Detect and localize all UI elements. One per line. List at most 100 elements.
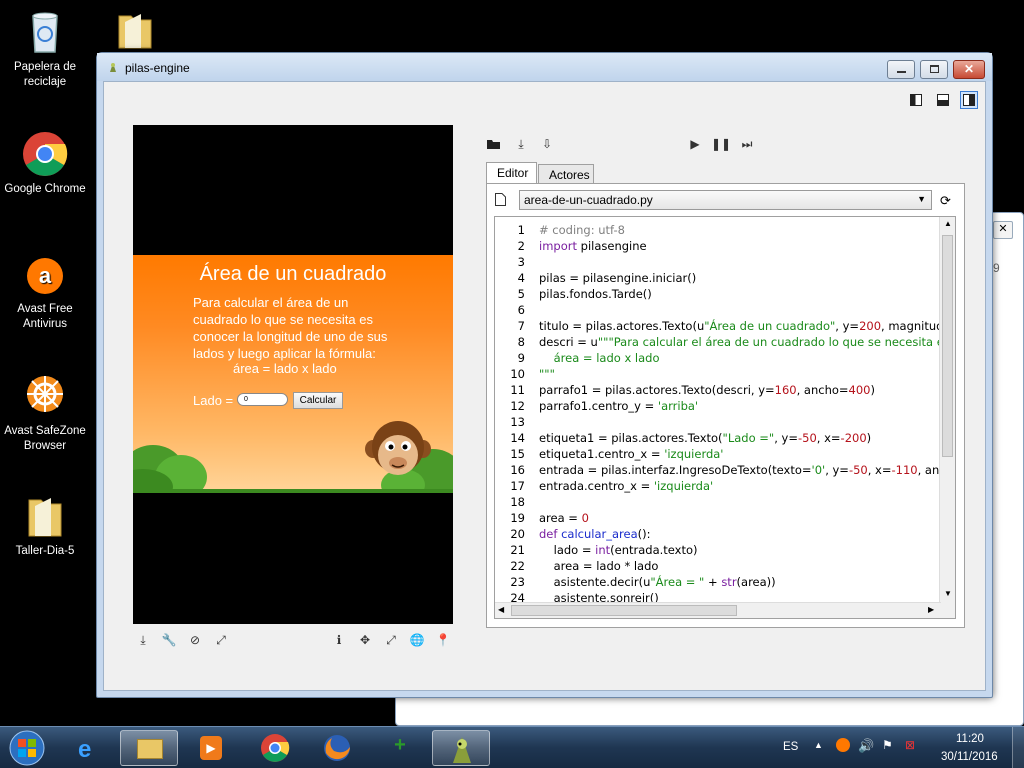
- app-icon: [107, 61, 119, 73]
- export-icon[interactable]: ⇩: [540, 137, 554, 151]
- line-number: 6: [517, 303, 525, 317]
- media-player-icon: ▶: [200, 736, 222, 760]
- horizontal-scrollbar[interactable]: ◀ ▶: [495, 602, 941, 618]
- taskbar-pilas-installer[interactable]: +: [372, 730, 430, 766]
- line-number: 2: [517, 239, 525, 253]
- line-number: 22: [510, 559, 525, 573]
- installer-icon: +: [394, 734, 406, 756]
- bg-window-close-button[interactable]: ✕: [993, 221, 1013, 239]
- taskbar-chrome[interactable]: [246, 730, 304, 766]
- code-line: área = lado x lado: [539, 351, 660, 365]
- taskbar-firefox[interactable]: [308, 730, 366, 766]
- taskbar: e ▶ + ES ▲ 🔊 ⚑ ⊠ 11:20 30/11/2016: [0, 726, 1024, 768]
- info-icon[interactable]: ℹ: [332, 633, 346, 647]
- scroll-thumb[interactable]: [942, 235, 953, 457]
- main-area: Área de un cuadrado Para calcular el áre…: [103, 81, 986, 691]
- title-bar[interactable]: pilas-engine ✕: [97, 53, 992, 81]
- tray-expand-icon[interactable]: ▲: [814, 740, 823, 750]
- file-select[interactable]: area-de-un-cuadrado.py ▼: [519, 190, 932, 210]
- scroll-down-icon[interactable]: ▼: [944, 589, 952, 598]
- taskbar-ie[interactable]: e: [62, 730, 120, 766]
- save-file-icon[interactable]: ⤓: [514, 137, 528, 151]
- resize-icon[interactable]: ⤢: [384, 633, 398, 647]
- scroll-left-icon[interactable]: ◀: [498, 605, 504, 614]
- layout-left-icon[interactable]: [909, 93, 923, 107]
- scroll-up-icon[interactable]: ▲: [944, 219, 952, 228]
- svg-text:a: a: [39, 263, 52, 288]
- monkey-actor[interactable]: [365, 419, 431, 483]
- line-number: 20: [510, 527, 525, 541]
- close-button[interactable]: ✕: [953, 60, 985, 79]
- pause-icon[interactable]: ❚❚: [711, 137, 731, 151]
- desktop-icon-safezone[interactable]: Avast SafeZone Browser: [0, 372, 90, 454]
- show-desktop-button[interactable]: [1012, 727, 1024, 768]
- desktop-icon-recycle-bin[interactable]: Papelera de reciclaje: [0, 8, 90, 90]
- window-title: pilas-engine: [125, 61, 190, 75]
- game-canvas[interactable]: Área de un cuadrado Para calcular el áre…: [133, 125, 453, 624]
- code-line: pilas = pilasengine.iniciar(): [539, 271, 697, 285]
- code-line: def calcular_area():: [539, 527, 651, 541]
- avast-tray-icon[interactable]: [836, 738, 850, 752]
- taskbar-media[interactable]: ▶: [182, 730, 240, 766]
- scroll-right-icon[interactable]: ▶: [928, 605, 934, 614]
- code-line: etiqueta1.centro_x = 'izquierda': [539, 447, 724, 461]
- recycle-bin-icon: [21, 8, 69, 56]
- tab-editor[interactable]: Editor: [486, 162, 537, 185]
- lado-input[interactable]: 0: [237, 393, 288, 406]
- line-number: 15: [510, 447, 525, 461]
- layout-right-icon[interactable]: [960, 91, 978, 109]
- avast-icon: a: [21, 250, 69, 298]
- minimize-button[interactable]: [887, 60, 915, 79]
- desktop-icon-label: Google Chrome: [4, 183, 86, 195]
- expand-icon[interactable]: ⤢: [214, 633, 228, 647]
- layout-bottom-icon[interactable]: [936, 93, 950, 107]
- code-line: etiqueta1 = pilas.actores.Texto("Lado ="…: [539, 431, 872, 445]
- chevron-down-icon: ▼: [917, 194, 926, 204]
- code-line: parrafo1.centro_y = 'arriba': [539, 399, 699, 413]
- wrench-icon[interactable]: 🔧: [162, 633, 177, 647]
- desktop-icon-label: Papelera de reciclaje: [13, 61, 77, 88]
- step-icon[interactable]: ⏭: [740, 137, 754, 151]
- volume-icon[interactable]: 🔊: [858, 738, 874, 754]
- desktop-icon-chrome[interactable]: Google Chrome: [0, 130, 90, 197]
- line-number: 21: [510, 543, 525, 557]
- taskbar-pilas-engine[interactable]: [432, 730, 490, 766]
- play-icon[interactable]: ▶: [688, 137, 702, 151]
- flag-icon[interactable]: ⚑: [882, 738, 893, 752]
- h-scroll-thumb[interactable]: [511, 605, 737, 616]
- pilas-icon: [453, 737, 471, 763]
- move-icon[interactable]: ✥: [358, 633, 372, 647]
- disable-icon[interactable]: ⊘: [188, 633, 202, 647]
- line-number: 13: [510, 415, 525, 429]
- open-folder-icon[interactable]: [487, 137, 501, 151]
- calcular-button[interactable]: Calcular: [293, 392, 343, 409]
- line-number: 5: [517, 287, 525, 301]
- line-number: 12: [510, 399, 525, 413]
- chrome-icon: [261, 734, 290, 762]
- safezone-icon: [21, 372, 69, 420]
- taskbar-explorer[interactable]: [120, 730, 178, 766]
- reload-icon[interactable]: ⟳: [940, 193, 951, 209]
- location-pin-icon[interactable]: 📍: [436, 633, 451, 647]
- desktop-icon-folder[interactable]: [90, 4, 180, 56]
- desktop-icon-avast[interactable]: a Avast Free Antivirus: [0, 250, 90, 332]
- bg-window-number: 9: [993, 261, 1000, 275]
- save-icon[interactable]: ⤓: [136, 633, 150, 647]
- clock-time[interactable]: 11:20: [956, 733, 984, 745]
- globe-icon[interactable]: 🌐: [410, 633, 425, 647]
- code-editor[interactable]: 1 # coding: utf-8 2 import pilasengine 3 4 pil…: [494, 216, 956, 619]
- new-file-icon[interactable]: [495, 193, 507, 207]
- code-line: pilas.fondos.Tarde(): [539, 287, 652, 301]
- clock-date[interactable]: 30/11/2016: [941, 751, 998, 763]
- tab-actores[interactable]: Actores: [538, 164, 594, 184]
- line-number: 18: [510, 495, 525, 509]
- code-line: descri = u"""Para calcular el área de un…: [539, 335, 944, 349]
- vertical-scrollbar[interactable]: ▲ ▼: [939, 217, 955, 618]
- desktop-icon-taller[interactable]: Taller-Dia-5: [0, 492, 90, 559]
- language-indicator[interactable]: ES: [783, 741, 798, 753]
- start-button[interactable]: [4, 728, 50, 768]
- network-icon[interactable]: ⊠: [905, 738, 915, 752]
- maximize-button[interactable]: [920, 60, 948, 79]
- line-number: 16: [510, 463, 525, 477]
- desktop-icon-label: Avast SafeZone Browser: [4, 425, 86, 452]
